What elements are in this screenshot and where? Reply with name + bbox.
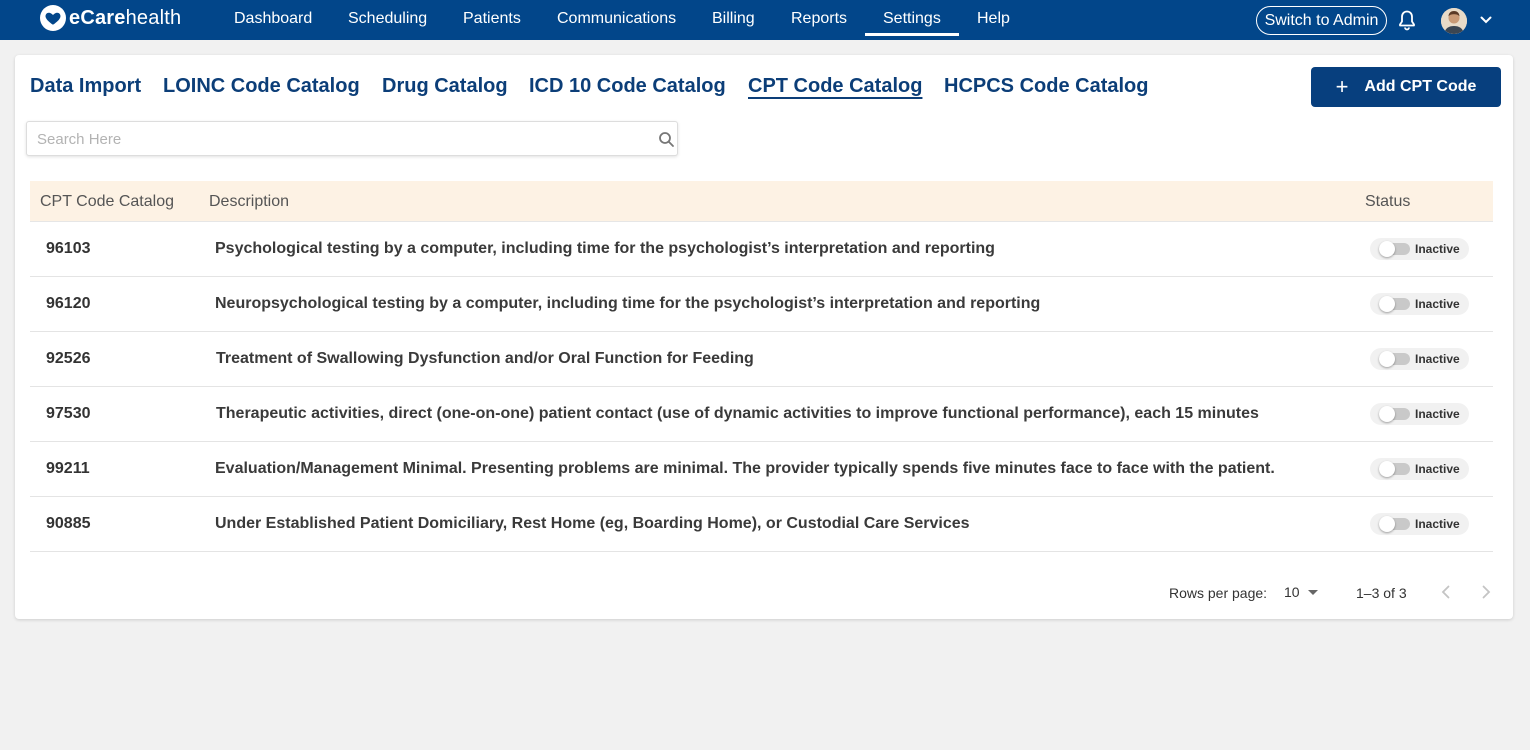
description-cell: Psychological testing by a computer, inc… [215,240,995,257]
switch-to-admin-button[interactable]: Switch to Admin [1256,6,1387,35]
previous-page-button[interactable] [1436,582,1456,602]
bell-icon[interactable] [1397,9,1417,31]
tab-icd10-code-catalog[interactable]: ICD 10 Code Catalog [529,75,726,98]
cpt-code-cell: 92526 [46,350,91,367]
top-nav-bar: eCarehealth Dashboard Scheduling Patient… [0,0,1530,40]
toggle-knob [1379,406,1395,422]
status-label: Inactive [1415,297,1460,311]
status-label: Inactive [1415,462,1460,476]
column-header-cpt-code[interactable]: CPT Code Catalog [40,193,174,211]
toggle-knob [1379,296,1395,312]
cpt-code-cell: 97530 [46,405,91,422]
nav-dashboard[interactable]: Dashboard [234,10,312,28]
heart-logo-icon [40,5,66,31]
table-row[interactable]: 97530 Therapeutic activities, direct (on… [30,387,1493,442]
toggle-switch[interactable] [1379,241,1410,257]
table-row[interactable]: 99211 Evaluation/Management Minimal. Pre… [30,442,1493,497]
status-toggle[interactable]: Inactive [1370,458,1469,480]
column-header-description[interactable]: Description [209,193,289,211]
toggle-knob [1379,241,1395,257]
status-toggle[interactable]: Inactive [1370,403,1469,425]
toggle-switch[interactable] [1379,516,1410,532]
plus-icon: + [1335,74,1349,99]
add-cpt-code-button[interactable]: + Add CPT Code [1311,67,1501,107]
description-cell: Therapeutic activities, direct (one-on-o… [216,405,1259,422]
toggle-switch[interactable] [1379,351,1410,367]
table-row[interactable]: 90885 Under Established Patient Domicili… [30,497,1493,552]
tab-cpt-code-catalog[interactable]: CPT Code Catalog [748,75,922,98]
table-row[interactable]: 92526 Treatment of Swallowing Dysfunctio… [30,332,1493,387]
status-label: Inactive [1415,407,1460,421]
search-input[interactable] [37,129,627,149]
rows-per-page-label: Rows per page: [1169,585,1268,601]
catalog-card: Data Import LOINC Code Catalog Drug Cata… [15,55,1513,619]
nav-settings[interactable]: Settings [883,10,941,28]
nav-active-indicator [865,33,959,36]
search-icon[interactable] [658,131,675,148]
nav-scheduling[interactable]: Scheduling [348,10,427,28]
toggle-switch[interactable] [1379,461,1410,477]
table-header: CPT Code Catalog Description Status [30,181,1493,222]
toggle-knob [1379,351,1395,367]
status-label: Inactive [1415,517,1460,531]
tab-drug-catalog[interactable]: Drug Catalog [382,75,508,98]
add-cpt-code-label: Add CPT Code [1364,78,1477,95]
tab-data-import[interactable]: Data Import [30,75,141,98]
status-toggle[interactable]: Inactive [1370,348,1469,370]
description-cell: Treatment of Swallowing Dysfunction and/… [216,350,754,367]
status-toggle[interactable]: Inactive [1370,238,1469,260]
rows-per-page-value: 10 [1284,584,1300,600]
toggle-knob [1379,461,1395,477]
toggle-knob [1379,516,1395,532]
toggle-switch[interactable] [1379,296,1410,312]
description-cell: Evaluation/Management Minimal. Presentin… [215,460,1275,477]
status-label: Inactive [1415,242,1460,256]
cpt-code-cell: 90885 [46,515,91,532]
description-cell: Under Established Patient Domiciliary, R… [215,515,970,532]
caret-down-icon [1307,589,1318,595]
user-avatar[interactable] [1441,8,1467,34]
status-toggle[interactable]: Inactive [1370,513,1469,535]
cpt-code-cell: 99211 [46,460,90,477]
next-page-button[interactable] [1476,582,1496,602]
tab-loinc-code-catalog[interactable]: LOINC Code Catalog [163,75,360,98]
tab-hcpcs-code-catalog[interactable]: HCPCS Code Catalog [944,75,1148,98]
status-toggle[interactable]: Inactive [1370,293,1469,315]
cpt-code-cell: 96103 [46,240,91,257]
page-range-text: 1–3 of 3 [1356,585,1407,601]
column-header-status[interactable]: Status [1365,193,1410,211]
description-cell: Neuropsychological testing by a computer… [215,295,1041,312]
table-row[interactable]: 96103 Psychological testing by a compute… [30,222,1493,277]
table-row[interactable]: 96120 Neuropsychological testing by a co… [30,277,1493,332]
chevron-down-icon[interactable] [1479,13,1493,27]
nav-communications[interactable]: Communications [557,10,676,28]
status-label: Inactive [1415,352,1460,366]
cpt-code-cell: 96120 [46,295,91,312]
nav-reports[interactable]: Reports [791,10,847,28]
brand-name: eCarehealth [69,6,182,29]
nav-billing[interactable]: Billing [712,10,755,28]
nav-help[interactable]: Help [977,10,1010,28]
brand-logo[interactable]: eCarehealth [40,3,181,33]
search-box [26,121,678,156]
nav-patients[interactable]: Patients [463,10,521,28]
rows-per-page-select[interactable]: 10 [1284,584,1318,600]
toggle-switch[interactable] [1379,406,1410,422]
